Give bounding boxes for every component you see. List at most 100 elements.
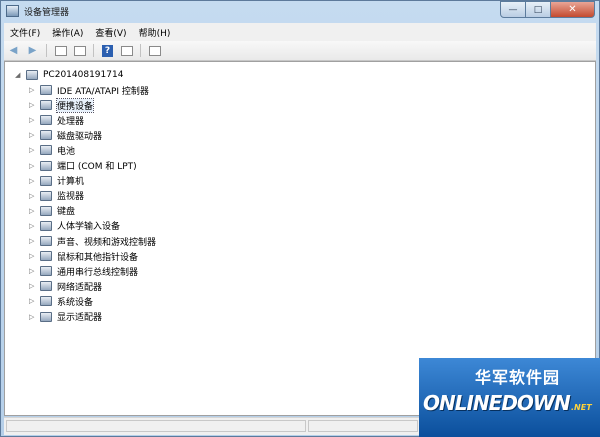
tree-node[interactable]: ▷ 端口 (COM 和 LPT) [29, 159, 137, 173]
tree-node-label: 鼠标和其他指针设备 [57, 252, 139, 263]
tree-node[interactable]: ▷ 通用串行总线控制器 [29, 264, 138, 278]
tree-node-label: 显示适配器 [57, 313, 103, 323]
tree-node[interactable]: ▷ 系统设备 [29, 294, 93, 308]
help-button[interactable]: ? [99, 43, 116, 58]
system-device-icon [40, 296, 52, 307]
tree-node-label: 网络适配器 [57, 282, 103, 293]
close-button[interactable]: ✕ [551, 1, 595, 18]
computer-root-icon [26, 70, 38, 80]
console-tree-icon [54, 45, 67, 56]
expand-icon[interactable]: ▷ [29, 237, 36, 245]
tree-node-label: 系统设备 [57, 297, 94, 308]
processor-icon [40, 115, 52, 126]
tree-node[interactable]: ▷ 处理器 [29, 113, 84, 127]
expand-icon[interactable]: ▷ [29, 131, 36, 139]
toolbar-separator [93, 44, 94, 57]
tree-node[interactable]: ▷ 监视器 [29, 189, 84, 203]
tree-node-label: 磁盘驱动器 [57, 131, 103, 142]
expand-icon[interactable]: ▷ [29, 313, 36, 321]
expand-icon[interactable]: ▷ [29, 192, 36, 200]
tree-node-label: 电池 [57, 146, 76, 157]
monitor-icon [40, 190, 52, 201]
menu-action[interactable]: 操作(A) [46, 26, 89, 39]
tree-node-label: 便携设备 [55, 97, 95, 113]
port-icon [40, 160, 52, 171]
display-adapter-icon [40, 311, 52, 322]
network-adapter-icon [40, 281, 52, 292]
toolbar-separator [140, 44, 141, 57]
tree-node[interactable]: ▷ 磁盘驱动器 [29, 128, 102, 142]
expand-icon[interactable]: ▷ [29, 252, 36, 260]
tree-node[interactable]: ▷ 声音、视频和游戏控制器 [29, 234, 156, 248]
tree-node[interactable]: ▷ 显示适配器 [29, 310, 102, 324]
onlinedown-watermark: 华军软件园 ONLINEDOWN .NET [419, 358, 600, 437]
hid-icon [40, 220, 52, 231]
action-pane-button[interactable] [118, 43, 135, 58]
tree-node[interactable]: ▷ IDE ATA/ATAPI 控制器 [29, 83, 149, 97]
device-manager-app-icon [6, 5, 19, 17]
watermark-en-text: ONLINEDOWN [423, 391, 571, 415]
arrow-right-icon: ▶ [28, 45, 37, 56]
expand-icon[interactable]: ▷ [29, 86, 36, 94]
tree-node[interactable]: ▷ 人体学输入设备 [29, 219, 120, 233]
action-pane-icon [120, 45, 133, 56]
expand-icon[interactable]: ▷ [29, 162, 36, 170]
tree-node[interactable]: ▷ 鼠标和其他指针设备 [29, 249, 138, 263]
maximize-button[interactable]: □ [526, 1, 551, 18]
expand-icon[interactable]: ▷ [29, 297, 36, 305]
tree-node-label: 人体学输入设备 [57, 222, 121, 233]
properties-button[interactable] [71, 43, 88, 58]
menu-bar: 文件(F) 操作(A) 查看(V) 帮助(H) [4, 23, 596, 42]
status-cell [6, 420, 306, 432]
tree-node-label: 键盘 [57, 207, 76, 218]
tree-node-label: 计算机 [57, 177, 85, 188]
expand-icon[interactable]: ▷ [29, 101, 36, 109]
sound-icon [40, 236, 52, 246]
tree-node[interactable]: ▷ 电池 [29, 143, 75, 157]
tree-node-label: 处理器 [57, 116, 85, 127]
properties-icon [73, 45, 86, 56]
expand-icon[interactable]: ▷ [29, 207, 36, 215]
keyboard-icon [40, 205, 52, 216]
ide-controller-icon [40, 85, 52, 95]
console-tree-button[interactable] [52, 43, 69, 58]
mouse-icon [40, 251, 52, 262]
expand-icon[interactable]: ▷ [29, 282, 36, 290]
tree-node[interactable]: ▷ 键盘 [29, 204, 75, 218]
help-icon: ? [102, 44, 113, 57]
window-controls: — □ ✕ [500, 1, 595, 19]
usb-icon [40, 266, 52, 277]
expand-icon[interactable]: ▷ [29, 116, 36, 124]
back-button[interactable]: ◀ [5, 43, 22, 58]
disk-drive-icon [40, 130, 52, 141]
expand-icon[interactable]: ▷ [29, 267, 36, 275]
tree-node-label: 端口 (COM 和 LPT) [57, 162, 137, 172]
tree-root-label: PC201408191714 [43, 70, 124, 80]
minimize-button[interactable]: — [500, 1, 526, 18]
menu-file[interactable]: 文件(F) [4, 26, 46, 39]
expand-icon[interactable]: ▷ [29, 177, 36, 185]
tree-node[interactable]: ▷ 便携设备 [29, 97, 95, 113]
title-bar[interactable]: 设备管理器 — □ ✕ [1, 1, 599, 23]
computer-icon [40, 175, 52, 186]
arrow-left-icon: ◀ [9, 45, 18, 56]
menu-view[interactable]: 查看(V) [89, 26, 132, 39]
tree-node[interactable]: ▷ 计算机 [29, 174, 84, 188]
collapse-icon[interactable]: ◢ [15, 71, 22, 79]
scan-hardware-button[interactable] [146, 43, 163, 58]
battery-icon [40, 145, 52, 156]
toolbar: ◀ ▶ ? [4, 41, 596, 61]
expand-icon[interactable]: ▷ [29, 146, 36, 154]
tree-root[interactable]: ◢ PC201408191714 [15, 68, 123, 82]
window-title: 设备管理器 [24, 8, 70, 18]
scan-hardware-icon [148, 45, 161, 56]
status-cell [308, 420, 418, 432]
watermark-net-text: .NET [571, 403, 592, 412]
tree-node-label: 监视器 [57, 192, 85, 203]
expand-icon[interactable]: ▷ [29, 222, 36, 230]
tree-node[interactable]: ▷ 网络适配器 [29, 279, 102, 293]
forward-button[interactable]: ▶ [24, 43, 41, 58]
tree-node-label: 通用串行总线控制器 [57, 267, 139, 278]
portable-device-icon [40, 100, 52, 111]
menu-help[interactable]: 帮助(H) [133, 26, 177, 39]
